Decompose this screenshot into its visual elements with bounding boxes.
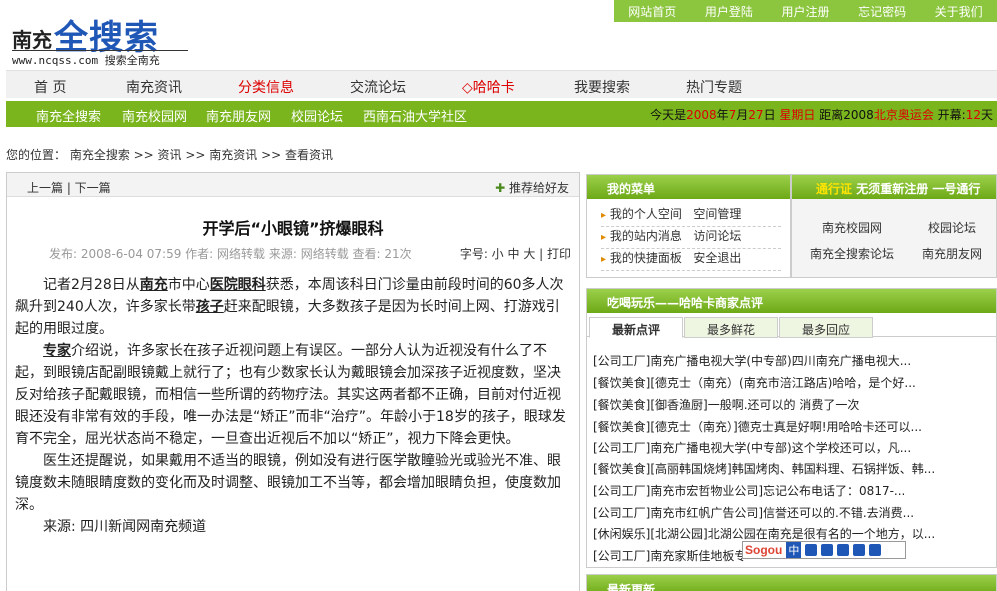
review-item[interactable]: [公司工厂]南充广播电视大学(中专部)这个学校还可以，凡...: [593, 439, 993, 456]
sogou-logo: Sogou: [745, 543, 783, 557]
keyword-link[interactable]: 南充: [140, 277, 168, 293]
review-item[interactable]: [休闲娱乐][北湖公园]北湖公园在南充是很有名的一个地方，以...: [593, 525, 993, 542]
bullet-icon: ▸: [601, 232, 607, 243]
review-item[interactable]: [公司工厂]南充市红帆广告公司]信誉还可以的.不错.去消费...: [593, 504, 993, 521]
review-item[interactable]: [餐饮美食][德克士（南充）(南充市涪江路店)哈哈，是个好...: [593, 374, 993, 391]
pass-link-ncqss-forum[interactable]: 南充全搜索论坛: [810, 245, 894, 262]
nav-topics[interactable]: 热门专题: [686, 77, 742, 97]
article-title: 开学后“小眼镜”挤爆眼科: [202, 219, 384, 238]
reviews-title: 吃喝玩乐——哈哈卡商家点评: [587, 289, 996, 313]
pass-link-friends[interactable]: 南充朋友网: [922, 245, 982, 262]
keyword-link[interactable]: 专家: [43, 343, 71, 359]
prev-next-links[interactable]: 上一篇 | 下一篇: [27, 179, 111, 196]
menu-row: ▸ 我的站内消息 访问论坛: [601, 227, 781, 249]
nav-forum[interactable]: 交流论坛: [350, 77, 406, 97]
review-item[interactable]: [餐饮美食][高丽韩国烧烤]韩国烤肉、韩国料理、石锅拌饭、韩...: [593, 460, 993, 477]
my-menu-panel: 我的菜单 ▸ 我的个人空间 空间管理 ▸ 我的站内消息 访问论坛 ▸ 我的快捷面…: [586, 174, 791, 278]
top-link-forgot-password[interactable]: 忘记密码: [858, 3, 906, 20]
subnav-campus-forum[interactable]: 校园论坛: [291, 106, 343, 125]
pass-link-forum[interactable]: 校园论坛: [928, 219, 976, 236]
review-item[interactable]: [餐饮美食][德克士（南充）]德克士真是好啊!用哈哈卡还可以...: [593, 418, 993, 435]
bullet-icon: ▸: [601, 210, 607, 221]
breadcrumb: 您的位置： 南充全搜索 >> 资讯 >> 南充资讯 >> 查看资讯: [6, 148, 334, 162]
ime-skin-icon[interactable]: [853, 544, 866, 556]
pass-link-campus[interactable]: 南充校园网: [822, 219, 882, 236]
top-link-login[interactable]: 用户登陆: [705, 3, 753, 20]
nav-hahaka[interactable]: ◇哈哈卡: [462, 77, 515, 97]
keyword-link[interactable]: 医院眼科: [210, 277, 266, 293]
subnav-swpu-community[interactable]: 西南石油大学社区: [363, 106, 467, 125]
latest-updates-panel: 最新更新: [586, 574, 997, 591]
top-link-home[interactable]: 网站首页: [628, 3, 676, 20]
article-meta: 发布: 2008-6-04 07:59 作者: 网络转载 来源: 网络转载 查看…: [49, 247, 412, 261]
ime-mode-toggle[interactable]: 中: [786, 542, 802, 558]
font-size-controls[interactable]: 字号: 小 中 大 | 打印: [460, 245, 571, 262]
menu-visit-forum[interactable]: 访问论坛: [693, 229, 741, 243]
top-link-register[interactable]: 用户注册: [781, 3, 829, 20]
passport-title: 通行证 无须重新注册 一号通行: [792, 175, 996, 199]
subnav-friends[interactable]: 南充朋友网: [206, 106, 271, 125]
latest-updates-title: 最新更新: [587, 575, 996, 591]
ime-toolbar[interactable]: Sogou 中: [742, 541, 906, 559]
article-paragraph: 记者2月28日从南充市中心医院眼科获悉，本周该科日门诊量由前段时间的60多人次飙…: [15, 277, 564, 337]
review-item[interactable]: [公司工厂]南充广播电视大学(中专部)四川南充广播电视大...: [593, 352, 993, 369]
article-paragraph: 专家介绍说，许多家长在孩子近视问题上有误区。一部分人认为近视没有什么了不起，到眼…: [15, 343, 566, 447]
article-paragraph: 医生还提醒说，如果戴用不适当的眼镜，例如没有进行医学散瞳验光或验光不准、眼镜度数…: [15, 453, 561, 513]
ime-settings-icon[interactable]: [869, 544, 882, 556]
tab-latest-reviews[interactable]: 最新点评: [589, 317, 683, 338]
article-body: 记者2月28日从南充市中心医院眼科获悉，本周该科日门诊量由前段时间的60多人次飙…: [15, 274, 567, 538]
menu-my-space[interactable]: 我的个人空间: [610, 207, 682, 221]
top-links-bar: 网站首页 用户登陆 用户注册 忘记密码 关于我们: [614, 0, 997, 22]
top-link-about[interactable]: 关于我们: [935, 3, 983, 20]
logo-city: 南充: [12, 28, 52, 52]
subnav-ncqss[interactable]: 南充全搜索: [36, 106, 101, 125]
tab-most-replies[interactable]: 最多回应: [779, 317, 873, 338]
nav-search[interactable]: 我要搜索: [574, 77, 630, 97]
menu-space-admin[interactable]: 空间管理: [693, 207, 741, 221]
my-menu-title: 我的菜单: [587, 175, 790, 199]
passport-panel: 通行证 无须重新注册 一号通行 南充校园网 校园论坛 南充全搜索论坛 南充朋友网: [791, 174, 997, 278]
menu-logout[interactable]: 安全退出: [693, 251, 741, 265]
bullet-icon: ▸: [601, 254, 607, 265]
ime-fullwidth-icon[interactable]: [821, 544, 834, 556]
sub-nav: 南充全搜索 南充校园网 南充朋友网 校园论坛 西南石油大学社区 今天是2008年…: [6, 101, 997, 127]
menu-my-messages[interactable]: 我的站内消息: [610, 229, 682, 243]
ime-punctuation-icon[interactable]: [805, 544, 818, 556]
tab-most-flowers[interactable]: 最多鲜花: [684, 317, 778, 338]
nav-classifieds[interactable]: 分类信息: [238, 77, 294, 97]
main-nav: 首 页 南充资讯 分类信息 交流论坛 ◇哈哈卡 我要搜索 热门专题: [6, 70, 997, 98]
ime-keyboard-icon[interactable]: [837, 544, 850, 556]
review-item[interactable]: [餐饮美食][御香渔厨]一般啊.还可以的 消费了一次: [593, 396, 993, 413]
nav-home[interactable]: 首 页: [34, 77, 66, 97]
keyword-link[interactable]: 孩子: [196, 299, 224, 315]
plus-icon: ✚: [495, 181, 506, 195]
today-countdown: 今天是2008年7月27日 星期日 距离2008北京奥运会 开幕:12天: [650, 108, 993, 122]
nav-news[interactable]: 南充资讯: [126, 77, 182, 97]
logo-divider: [12, 50, 188, 51]
article-panel: 上一篇 | 下一篇 ✚ 推荐给好友 开学后“小眼镜”挤爆眼科 发布: 2008-…: [6, 172, 580, 591]
reviews-panel: 吃喝玩乐——哈哈卡商家点评 最新点评 最多鲜花 最多回应 [公司工厂]南充广播电…: [586, 288, 997, 568]
menu-row: ▸ 我的个人空间 空间管理: [601, 205, 781, 227]
menu-row: ▸ 我的快捷面板 安全退出: [601, 249, 781, 271]
subnav-campus[interactable]: 南充校园网: [122, 106, 187, 125]
recommend-to-friend[interactable]: ✚ 推荐给好友: [495, 179, 569, 196]
article-source: 来源: 四川新闻网南充频道: [43, 519, 207, 535]
article-toolbar: 上一篇 | 下一篇 ✚ 推荐给好友: [7, 173, 579, 197]
review-item[interactable]: [公司工厂]南充市宏哲物业公司]忘记公布电话了：0817-...: [593, 482, 993, 499]
logo-url: www.ncqss.com 搜索全南充: [12, 54, 160, 67]
menu-quick-panel[interactable]: 我的快捷面板: [610, 251, 682, 265]
site-logo[interactable]: 南充 全搜索 www.ncqss.com 搜索全南充: [10, 8, 190, 67]
review-tabs: 最新点评 最多鲜花 最多回应: [587, 315, 996, 338]
